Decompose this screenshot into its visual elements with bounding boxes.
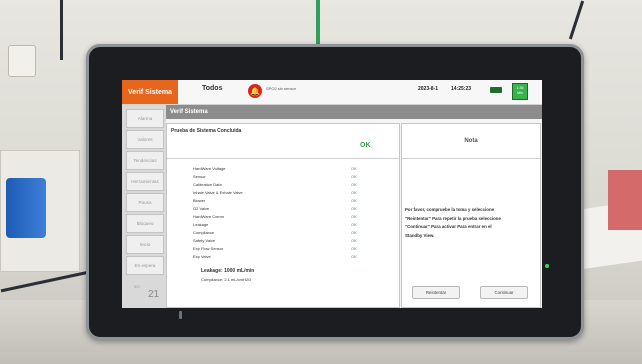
top-bar: Verif Sistema Todos 🔔 SPO2 sin sensor 20… xyxy=(122,80,542,105)
time-display: 14:25:23 xyxy=(451,86,472,92)
check-row: Leakage OK xyxy=(193,222,373,229)
camera-icon xyxy=(179,311,182,319)
divider xyxy=(167,158,399,159)
check-name: HardWare Voltage xyxy=(193,166,226,171)
green-cable xyxy=(316,0,320,48)
note-panel: Nota Por favor, compruebe la toma y sele… xyxy=(401,123,541,308)
check-name: Safety Valve xyxy=(193,238,216,243)
bell-icon[interactable]: 🔔 xyxy=(248,84,262,98)
check-name: Compliance xyxy=(193,230,215,235)
test-title: Prueba de Sistema Concluida xyxy=(171,128,242,134)
check-name: HardWare Comm xyxy=(193,214,224,219)
power-led xyxy=(545,264,549,268)
note-line: Standby View. xyxy=(405,232,435,238)
check-row: Calibration Data OK xyxy=(193,182,373,189)
check-row: O2 Valve OK xyxy=(193,206,373,213)
check-row: Exp Valve OK xyxy=(193,254,373,261)
plug-icon xyxy=(490,87,502,93)
check-row: Blower OK xyxy=(193,198,373,205)
check-status: OK xyxy=(351,166,357,171)
check-status: OK xyxy=(351,198,357,203)
test-results-panel: Prueba de Sistema Concluida OK HardWare … xyxy=(166,123,400,308)
section-title: Verif Sistema xyxy=(166,105,542,119)
counter: 21 xyxy=(148,289,160,300)
continue-button[interactable]: Continuar xyxy=(480,286,528,299)
check-status: OK xyxy=(351,254,357,259)
counter-small: 5/0 xyxy=(134,284,140,289)
check-name: Blower xyxy=(193,198,206,203)
sidebar-item-trends[interactable]: Tendencias xyxy=(126,151,164,170)
check-status: OK xyxy=(351,190,357,195)
divider xyxy=(402,158,540,159)
compliance-value: Compliance: 2.1 mL/cmH2O xyxy=(201,277,252,282)
note-text: Por favor, compruebe la toma y seleccion… xyxy=(405,206,541,240)
sidebar-item-start[interactable]: Inicio xyxy=(126,235,164,254)
cable xyxy=(60,0,63,60)
check-row: HardWare Voltage OK xyxy=(193,166,373,173)
sidebar: Alarma Valores Tendencias Herramientas P… xyxy=(122,105,166,308)
check-name: Exp Valve xyxy=(193,254,211,259)
patient-type-label[interactable]: Todos xyxy=(202,85,222,92)
check-row: HardWare Comm OK xyxy=(193,214,373,221)
note-line: "Reintentar" Para repetir la prueba sele… xyxy=(405,215,501,221)
sidebar-item-standby[interactable]: En espera xyxy=(126,256,164,275)
sidebar-item-values[interactable]: Valores xyxy=(126,130,164,149)
check-status: OK xyxy=(351,174,357,179)
check-name: Leakage xyxy=(193,222,209,227)
sidebar-item-tools[interactable]: Herramientas xyxy=(126,172,164,191)
check-row: Exp Flow Sensor OK xyxy=(193,246,373,253)
wall-outlet xyxy=(8,45,36,77)
check-row: Compliance OK xyxy=(193,230,373,237)
check-name: Inhale Valve & Exhale Valve xyxy=(193,190,243,195)
note-title: Nota xyxy=(464,138,478,144)
check-status: OK xyxy=(351,222,357,227)
check-row: Safety Valve OK xyxy=(193,238,373,245)
check-status: OK xyxy=(351,230,357,235)
check-name: Sensor xyxy=(193,174,206,179)
check-row: Inhale Valve & Exhale Valve OK xyxy=(193,190,373,197)
leakage-value: Leakage: 1000 mL/min xyxy=(201,268,255,274)
sidebar-item-lock[interactable]: Bloqueo xyxy=(126,214,164,233)
red-box xyxy=(608,170,642,230)
note-line: Por favor, compruebe la toma y seleccion… xyxy=(405,207,495,212)
check-status: OK xyxy=(351,182,357,187)
alarm-message: SPO2 sin sensor xyxy=(266,86,297,91)
check-name: Calibration Data xyxy=(193,182,222,187)
check-name: O2 Valve xyxy=(193,206,210,211)
battery-unit: Min xyxy=(517,90,523,95)
check-row: Sensor OK xyxy=(193,174,373,181)
check-name: Exp Flow Sensor xyxy=(193,246,224,251)
check-status: OK xyxy=(351,214,357,219)
blue-container xyxy=(6,178,46,238)
retry-button[interactable]: Reintentar xyxy=(412,286,460,299)
sidebar-item-alarm[interactable]: Alarma xyxy=(126,109,164,128)
mode-tab-system-check[interactable]: Verif Sistema xyxy=(122,80,178,104)
battery-badge: 1:36 Min xyxy=(512,83,528,100)
test-result: OK xyxy=(360,142,371,149)
note-line: "Continuar" Para activar Para entrar en … xyxy=(405,224,492,229)
ventilator-screen: Verif Sistema Todos 🔔 SPO2 sin sensor 20… xyxy=(122,80,542,308)
sidebar-item-pause[interactable]: Pausa xyxy=(126,193,164,212)
date-display: 2023-8-1 xyxy=(418,86,439,92)
check-status: OK xyxy=(351,238,357,243)
check-status: OK xyxy=(351,246,357,251)
check-status: OK xyxy=(351,206,357,211)
